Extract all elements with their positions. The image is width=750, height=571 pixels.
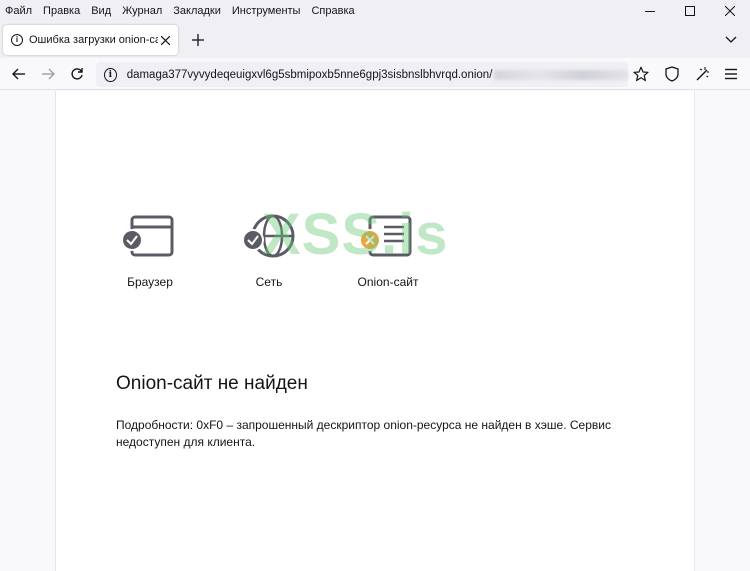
back-icon [12, 68, 25, 80]
url-blurred-part [494, 69, 628, 80]
new-identity-button[interactable] [691, 63, 713, 85]
info-icon: i [11, 34, 23, 46]
back-button[interactable] [8, 63, 30, 85]
error-details: Подробности: 0xF0 – запрошенный дескрипт… [116, 418, 611, 449]
step-browser-label: Браузер [127, 275, 173, 289]
menu-help[interactable]: Справка [306, 5, 360, 17]
chevron-down-icon [725, 36, 737, 43]
content-area: Браузер Сеть Onion-сайт XSS.is Onion-сай… [0, 91, 750, 571]
reload-icon [71, 68, 83, 80]
step-network-label: Сеть [255, 275, 283, 289]
info-icon[interactable]: i [104, 67, 117, 82]
step-onion-site-label: Onion-сайт [357, 275, 419, 289]
tab-title: Ошибка загрузки onion-сайта [29, 34, 158, 46]
maximize-icon [685, 6, 695, 16]
app-menu-button[interactable] [720, 63, 742, 85]
new-tab-button[interactable] [188, 30, 208, 50]
menu-file[interactable]: Файл [0, 5, 38, 17]
menu-bookmarks[interactable]: Закладки [168, 5, 227, 17]
url-text: damaga377vyvydeqeuigxvl6g5sbmipoxb5nne6g… [126, 68, 493, 81]
forward-icon [42, 68, 55, 80]
step-network: Сеть [219, 213, 319, 293]
bookmark-star-icon [633, 66, 649, 82]
extensions-icon [696, 67, 709, 81]
maximize-button[interactable] [670, 0, 710, 22]
menu-icon [725, 68, 737, 80]
close-button[interactable] [710, 0, 750, 22]
globe-icon [242, 214, 295, 258]
plus-icon [192, 34, 204, 46]
url-bar[interactable]: i damaga377vyvydeqeuigxvl6g5sbmipoxb5nne… [96, 62, 628, 87]
tab-active[interactable]: i Ошибка загрузки onion-сайта [3, 25, 178, 55]
browser-icon [121, 215, 174, 257]
step-browser: Браузер [100, 213, 200, 293]
onion-site-icon [359, 215, 412, 257]
step-onion-site: Onion-сайт [338, 213, 438, 293]
minimize-icon [645, 11, 655, 12]
menu-history[interactable]: Журнал [117, 5, 168, 17]
tab-strip: i Ошибка загрузки onion-сайта [0, 22, 750, 58]
reload-button[interactable] [66, 63, 88, 85]
forward-button[interactable] [37, 63, 59, 85]
minimize-button[interactable] [630, 0, 670, 22]
menu-tools[interactable]: Инструменты [227, 5, 307, 17]
list-all-tabs-button[interactable] [724, 32, 740, 48]
tab-close-button[interactable] [158, 32, 172, 48]
error-page: Браузер Сеть Onion-сайт XSS.is Onion-сай… [55, 91, 695, 571]
menu-bar: Файл Правка Вид Журнал Закладки Инструме… [0, 0, 750, 22]
bookmark-button[interactable] [630, 63, 652, 85]
close-icon [725, 6, 735, 16]
security-level-button[interactable] [661, 63, 683, 85]
window-controls [630, 0, 750, 22]
error-title: Onion-сайт не найден [116, 373, 308, 394]
navigation-bar: i damaga377vyvydeqeuigxvl6g5sbmipoxb5nne… [0, 58, 750, 90]
menu-view[interactable]: Вид [86, 5, 117, 17]
shield-icon [665, 66, 679, 82]
close-icon [160, 35, 170, 46]
menu-edit[interactable]: Правка [38, 5, 86, 17]
